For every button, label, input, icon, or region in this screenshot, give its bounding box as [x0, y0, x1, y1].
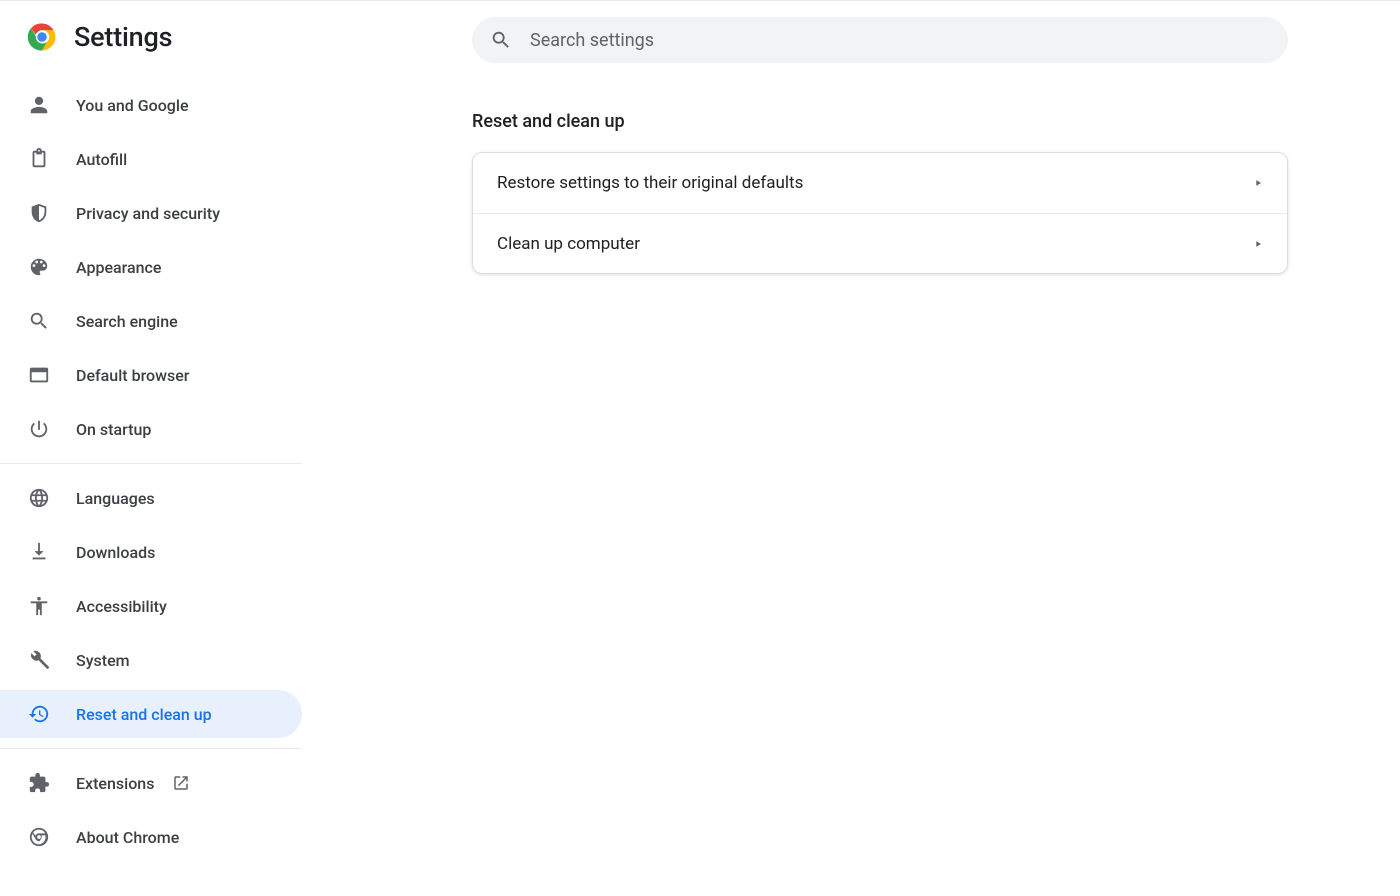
- download-icon: [28, 541, 50, 563]
- sidebar-item-you-and-google[interactable]: You and Google: [0, 81, 302, 129]
- sidebar-item-search-engine[interactable]: Search engine: [0, 297, 302, 345]
- sidebar-item-label: About Chrome: [76, 828, 179, 847]
- sidebar-item-languages[interactable]: Languages: [0, 474, 302, 522]
- wrench-icon: [28, 649, 50, 671]
- browser-icon: [28, 364, 50, 386]
- person-icon: [28, 94, 50, 116]
- nav-extensions-wrap: Extensions: [76, 774, 190, 793]
- palette-icon: [28, 256, 50, 278]
- restore-icon: [28, 703, 50, 725]
- sidebar-item-downloads[interactable]: Downloads: [0, 528, 302, 576]
- sidebar-item-about-chrome[interactable]: About Chrome: [0, 813, 302, 861]
- search-icon: [490, 29, 512, 51]
- sidebar-item-accessibility[interactable]: Accessibility: [0, 582, 302, 630]
- sidebar-item-label: Languages: [76, 489, 155, 508]
- sidebar-item-label: Downloads: [76, 543, 155, 562]
- sidebar-item-label: Default browser: [76, 366, 189, 385]
- sidebar-item-appearance[interactable]: Appearance: [0, 243, 302, 291]
- row-label: Clean up computer: [497, 234, 640, 254]
- sidebar-item-label: You and Google: [76, 96, 189, 115]
- chevron-right-icon: [1253, 239, 1263, 249]
- content-area: Reset and clean up Restore settings to t…: [302, 63, 1400, 274]
- main-content: Reset and clean up Restore settings to t…: [302, 1, 1400, 896]
- sidebar-item-label: Appearance: [76, 258, 161, 277]
- accessibility-icon: [28, 595, 50, 617]
- power-icon: [28, 418, 50, 440]
- clipboard-icon: [28, 148, 50, 170]
- brand-header: Settings: [0, 17, 302, 73]
- search-box[interactable]: [472, 17, 1288, 63]
- extension-icon: [28, 772, 50, 794]
- sidebar-item-label: System: [76, 651, 130, 670]
- search-icon: [28, 310, 50, 332]
- shield-icon: [28, 202, 50, 224]
- sidebar-item-extensions[interactable]: Extensions: [0, 759, 302, 807]
- clean-up-computer-row[interactable]: Clean up computer: [473, 213, 1287, 273]
- globe-icon: [28, 487, 50, 509]
- sidebar-item-label: On startup: [76, 420, 151, 439]
- restore-settings-row[interactable]: Restore settings to their original defau…: [473, 153, 1287, 213]
- open-in-new-icon: [172, 774, 190, 792]
- sidebar-item-label: Privacy and security: [76, 204, 220, 223]
- sidebar-item-label: Autofill: [76, 150, 127, 169]
- sidebar-item-default-browser[interactable]: Default browser: [0, 351, 302, 399]
- sidebar-item-autofill[interactable]: Autofill: [0, 135, 302, 183]
- sidebar-item-label: Search engine: [76, 312, 178, 331]
- sidebar-item-label: Accessibility: [76, 597, 167, 616]
- section-title: Reset and clean up: [472, 111, 1288, 132]
- page-title: Settings: [74, 21, 172, 53]
- sidebar: Settings You and Google Autofill Privacy…: [0, 1, 302, 896]
- reset-card: Restore settings to their original defau…: [472, 152, 1288, 274]
- sidebar-item-privacy-security[interactable]: Privacy and security: [0, 189, 302, 237]
- nav-divider: [0, 463, 302, 464]
- chrome-logo-icon: [28, 23, 56, 51]
- search-wrap: [302, 17, 1400, 63]
- sidebar-item-reset-clean-up[interactable]: Reset and clean up: [0, 690, 302, 738]
- chrome-outline-icon: [28, 826, 50, 848]
- chevron-right-icon: [1253, 178, 1263, 188]
- sidebar-item-system[interactable]: System: [0, 636, 302, 684]
- row-label: Restore settings to their original defau…: [497, 173, 803, 193]
- sidebar-item-label: Reset and clean up: [76, 705, 212, 724]
- sidebar-item-on-startup[interactable]: On startup: [0, 405, 302, 453]
- sidebar-item-label: Extensions: [76, 774, 154, 793]
- search-input[interactable]: [530, 30, 1270, 51]
- nav-divider: [0, 748, 302, 749]
